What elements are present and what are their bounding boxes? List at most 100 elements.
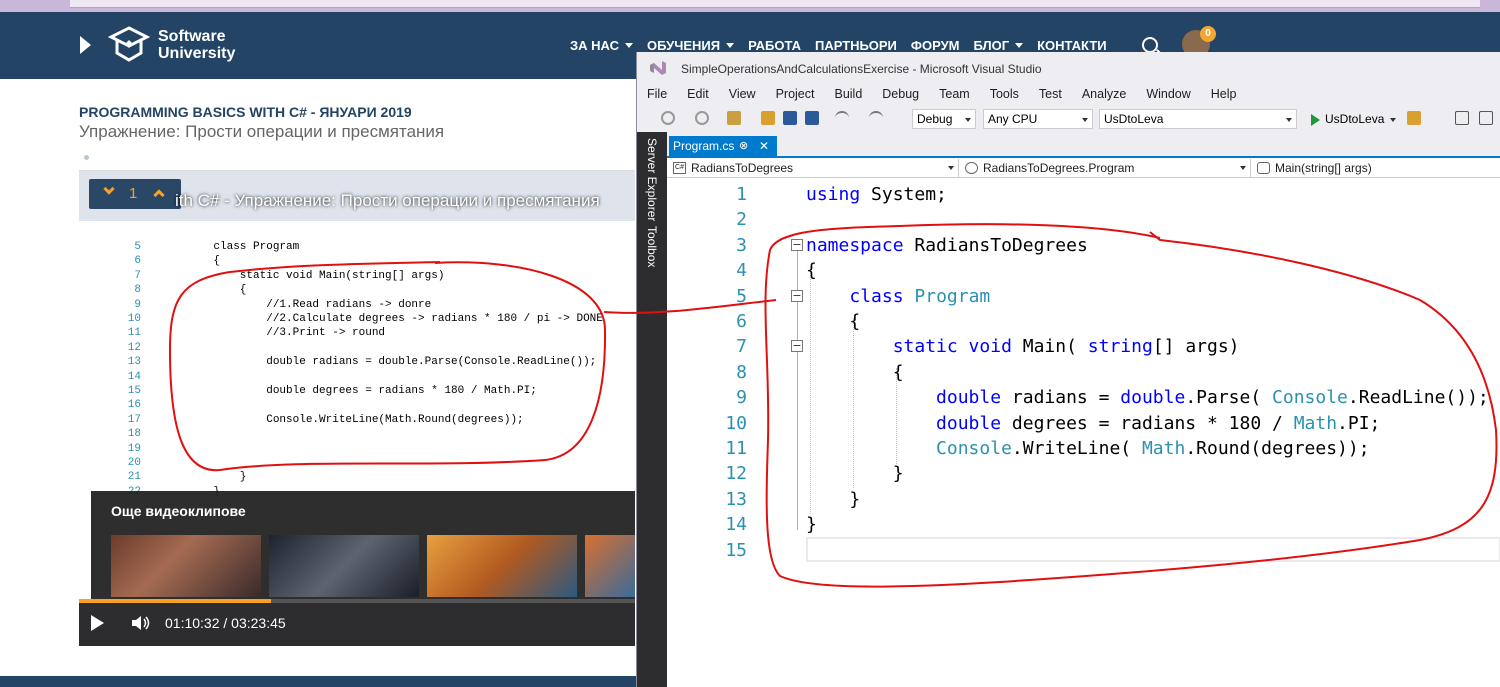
code-text: //2.Calculate degrees -> radians * 180 /…: [187, 313, 603, 325]
find-icon[interactable]: [1407, 111, 1421, 125]
code-text: static void Main( string[] args): [806, 334, 1240, 359]
nav-item[interactable]: ОБУЧЕНИЯ: [647, 38, 735, 53]
close-icon[interactable]: ✕: [759, 136, 769, 156]
video-thumbnail[interactable]: [585, 535, 635, 597]
video-progress[interactable]: [79, 599, 635, 603]
code-token: RadiansToDegrees: [903, 234, 1088, 256]
nav-item[interactable]: БЛОГ: [973, 38, 1024, 53]
code-line: 2: [667, 207, 1500, 232]
toolbox-tab[interactable]: Toolbox: [645, 226, 659, 267]
class-dropdown[interactable]: RadiansToDegrees.Program: [961, 159, 1251, 177]
menu-item[interactable]: Test: [1029, 84, 1072, 106]
menu-item[interactable]: File: [637, 84, 677, 106]
project-dropdown[interactable]: C# RadiansToDegrees: [669, 159, 959, 177]
video-code-line: 18: [79, 428, 635, 442]
line-number: 18: [127, 428, 141, 441]
code-text: double radians = double.Parse( Console.R…: [806, 385, 1489, 410]
nav-item-label: КОНТАКТИ: [1037, 38, 1107, 53]
line-number: 14: [725, 514, 747, 536]
code-line: 11 Console.WriteLine( Math.Round(degrees…: [667, 436, 1500, 461]
menu-item[interactable]: Debug: [872, 84, 929, 106]
code-line: 6 {: [667, 309, 1500, 334]
video-player[interactable]: 5 class Program 6 {7 static void Main(str…: [79, 170, 635, 646]
video-thumbnail[interactable]: [111, 535, 261, 597]
chevron-down-icon[interactable]: [103, 183, 115, 195]
menu-item[interactable]: Project: [766, 84, 825, 106]
open-folder-icon[interactable]: [761, 111, 775, 125]
line-number: 15: [725, 539, 747, 561]
line-number: 4: [736, 260, 747, 282]
vs-titlebar: SimpleOperationsAndCalculationsExercise …: [637, 52, 1500, 84]
volume-icon[interactable]: [131, 615, 151, 631]
code-line: 1 using System;: [667, 182, 1500, 207]
code-token: }: [806, 463, 904, 485]
code-editor[interactable]: 1 using System; 2 3− namespace RadiansToDegr…: [667, 178, 1500, 687]
server-explorer-tab[interactable]: Server Explorer: [645, 138, 659, 221]
pin-icon[interactable]: ⊗: [739, 136, 748, 156]
softuni-logo-icon[interactable]: [108, 26, 150, 64]
caret-down-icon: [1015, 43, 1024, 48]
comment-icon[interactable]: [1455, 111, 1469, 125]
nav-item[interactable]: ФОРУМ: [911, 38, 960, 53]
undo-icon[interactable]: [835, 111, 849, 125]
line-number: 9: [134, 298, 141, 311]
indent-icon[interactable]: [1479, 111, 1493, 125]
play-icon: [1311, 114, 1320, 126]
line-number: 5: [736, 285, 747, 307]
menu-item[interactable]: View: [719, 84, 766, 106]
collapse-icon[interactable]: −: [791, 340, 803, 353]
project-name: RadiansToDegrees: [691, 161, 794, 175]
keyword-token: class: [849, 285, 904, 307]
redo-icon[interactable]: [869, 111, 883, 125]
line-number: 1: [736, 184, 747, 205]
chapter-selector[interactable]: 1: [89, 179, 181, 209]
line-number: 17: [127, 413, 141, 426]
chevron-up-icon[interactable]: [153, 189, 165, 201]
configuration-select[interactable]: Debug: [912, 109, 976, 129]
platform-select[interactable]: Any CPU: [983, 109, 1093, 129]
collapse-icon[interactable]: −: [791, 238, 803, 251]
menu-item[interactable]: Window: [1136, 84, 1200, 106]
nav-item[interactable]: ЗА НАС: [570, 38, 633, 53]
new-project-icon[interactable]: [727, 111, 741, 125]
line-number: 16: [127, 399, 141, 412]
menu-item[interactable]: Tools: [980, 84, 1029, 106]
back-icon[interactable]: [661, 111, 675, 125]
save-all-icon[interactable]: [805, 111, 819, 125]
code-text: {: [806, 258, 817, 283]
video-thumbnail[interactable]: [427, 535, 577, 597]
video-control-bar: 01:10:32 / 03:23:45: [79, 599, 635, 646]
video-thumbnail[interactable]: [269, 535, 419, 597]
member-dropdown[interactable]: Main(string[] args): [1253, 159, 1500, 177]
code-line: 12 }: [667, 461, 1500, 486]
play-icon[interactable]: [91, 615, 104, 631]
type-token: Console: [1272, 387, 1348, 409]
nav-item[interactable]: КОНТАКТИ: [1037, 38, 1107, 53]
nav-item[interactable]: РАБОТА: [748, 38, 801, 53]
video-title: ith C# - Упражнение: Прости операции и п…: [175, 191, 600, 210]
menu-item[interactable]: Help: [1201, 84, 1247, 106]
tab-program-cs[interactable]: Program.cs ⊗ ✕: [669, 136, 777, 156]
menu-item[interactable]: Team: [929, 84, 980, 106]
menu-arrow-icon[interactable]: [80, 36, 91, 54]
save-icon[interactable]: [783, 111, 797, 125]
menu-item[interactable]: Edit: [677, 84, 719, 106]
menu-item[interactable]: Analyze: [1072, 84, 1136, 106]
nav-item[interactable]: ПАРТНЬОРИ: [815, 38, 897, 53]
start-debug-button[interactable]: UsDtoLeva: [1309, 109, 1397, 129]
line-number: 12: [127, 341, 141, 354]
notification-badge[interactable]: 0: [1200, 26, 1216, 42]
visual-studio-window: SimpleOperationsAndCalculationsExercise …: [636, 52, 1500, 687]
line-number: 19: [127, 442, 141, 455]
menu-item[interactable]: Build: [824, 84, 872, 106]
line-number: 11: [725, 438, 747, 459]
progress-fill: [79, 599, 272, 603]
code-token: }: [806, 488, 861, 510]
code-token: [] args): [1152, 336, 1240, 358]
code-line: 9 double radians = double.Parse( Console…: [667, 385, 1500, 410]
softuni-logo-text[interactable]: Software University: [158, 28, 235, 62]
forward-icon[interactable]: [695, 111, 709, 125]
startup-project-select[interactable]: UsDtoLeva: [1099, 109, 1297, 129]
search-icon[interactable]: [1142, 37, 1158, 53]
collapse-icon[interactable]: −: [791, 289, 803, 302]
